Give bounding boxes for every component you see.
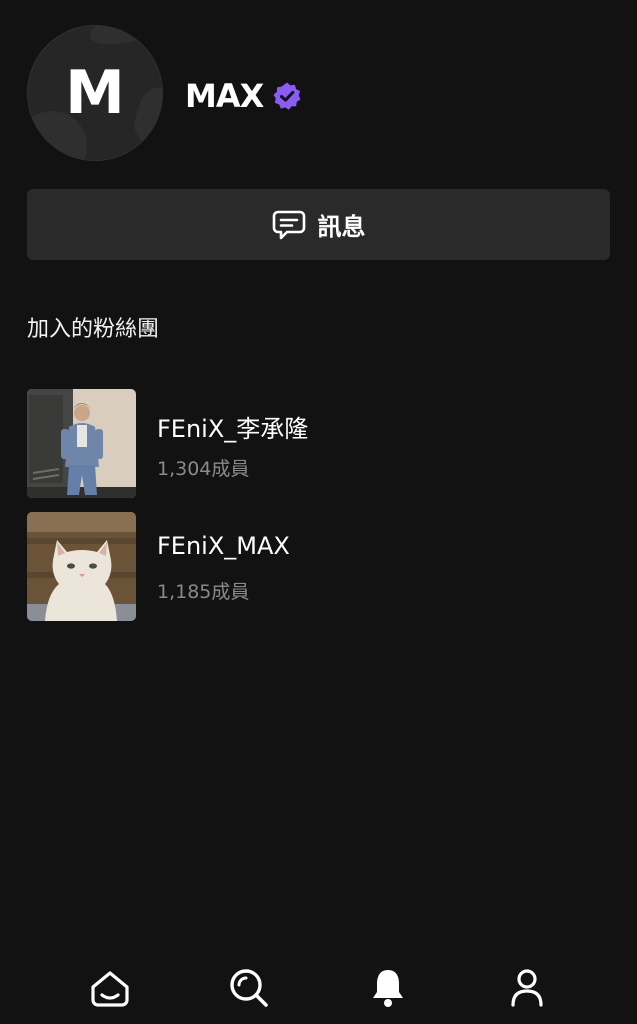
- verified-badge-icon: [273, 82, 301, 110]
- home-icon: [91, 971, 129, 1007]
- profile-name: MAX: [185, 77, 264, 115]
- fanclub-thumbnail: [27, 512, 136, 621]
- avatar-letter: M: [65, 58, 125, 128]
- joined-fanclubs-title: 加入的粉絲團: [27, 317, 160, 342]
- message-button[interactable]: 訊息: [27, 189, 610, 260]
- search-icon: [230, 969, 268, 1007]
- fanclub-member-count: 1,304成員: [157, 458, 250, 480]
- profile-avatar[interactable]: M: [27, 25, 163, 161]
- fanclub-member-count: 1,185成員: [157, 581, 250, 603]
- fanclub-item[interactable]: FEniX_李承隆 1,304成員: [27, 389, 610, 499]
- bottom-navigation: [0, 950, 637, 1024]
- bell-icon: [373, 970, 403, 1007]
- fanclub-thumbnail: [27, 389, 136, 498]
- profile-name-row: MAX: [185, 74, 302, 118]
- fanclub-name: FEniX_李承隆: [157, 415, 309, 443]
- message-icon: [272, 210, 305, 239]
- nav-profile[interactable]: [503, 964, 551, 1012]
- message-button-label: 訊息: [317, 213, 366, 241]
- fanclub-item[interactable]: FEniX_MAX 1,185成員: [27, 512, 610, 622]
- profile-icon: [511, 969, 543, 1007]
- nav-search[interactable]: [225, 964, 273, 1012]
- nav-home[interactable]: [86, 964, 134, 1012]
- nav-notifications[interactable]: [364, 964, 412, 1012]
- fanclub-name: FEniX_MAX: [157, 532, 290, 560]
